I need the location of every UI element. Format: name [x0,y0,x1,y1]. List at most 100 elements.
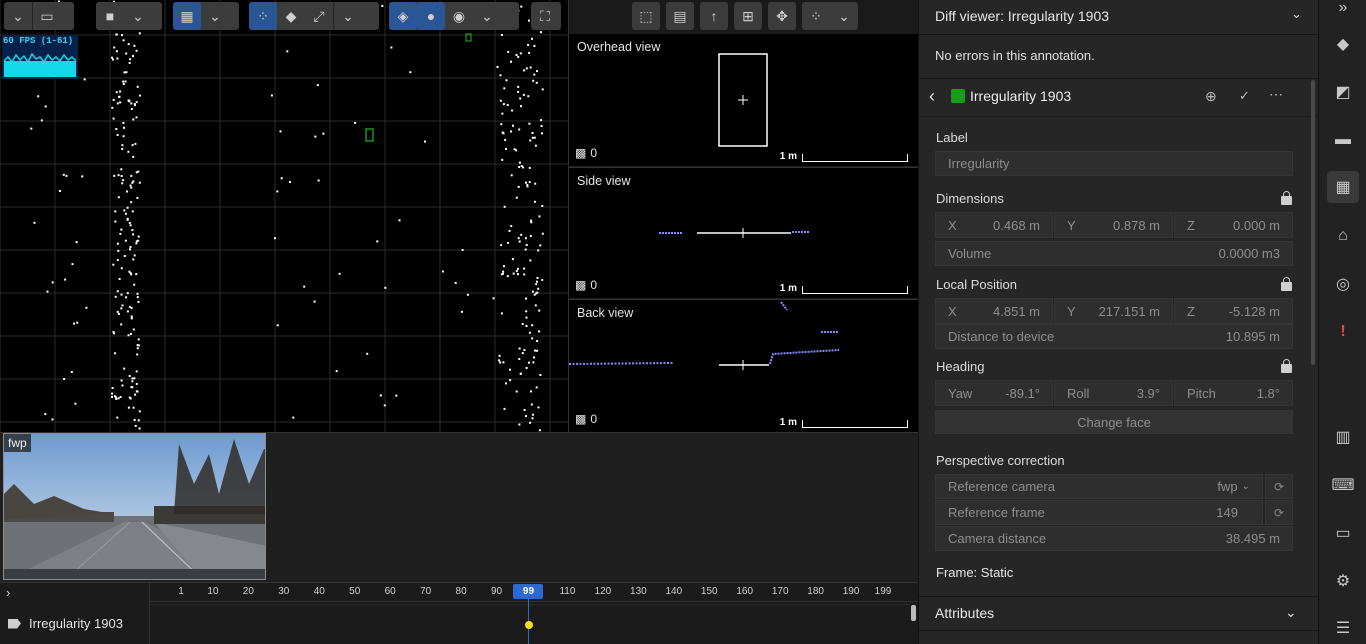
side-view[interactable]: Side view ▩ 0 1 m [568,167,918,298]
chevron-right-icon[interactable]: › [6,585,10,600]
grid-icon[interactable]: ⊞ [734,2,762,30]
timeline-track[interactable]: Irregularity 1903 [8,616,123,631]
camera-image[interactable] [3,433,266,580]
timeline-ruler[interactable]: 1102030405060708090991101201301401501601… [150,582,918,602]
check-icon[interactable]: ✓ [1239,88,1250,104]
target-circle-icon[interactable]: ◉ [445,2,473,30]
tag-icon[interactable]: ◆ [1327,28,1359,60]
arrow-up-icon[interactable]: ↑ [700,2,728,30]
icon-rail: » ◆ ◩ ▬ ▦ ⌂ ◎ ! ▥ ⌨ ▭ ⚙ ☰ [1318,0,1366,644]
reference-camera-select[interactable]: Reference camera fwp ⌄ [935,474,1263,499]
pitch-field[interactable]: Pitch 1.8° [1174,380,1293,406]
move-icon[interactable]: ✥ [768,2,796,30]
side-scale: 1 m [780,283,908,294]
back-scale: 1 m [780,417,908,428]
timeline-tick: 150 [700,586,718,597]
ruler-icon[interactable]: ▭ [33,2,61,30]
frame-static-label: Frame: Static [936,565,1014,580]
timeline-tick: 80 [455,586,467,597]
chevron-down-icon: ⌄ [1241,481,1250,492]
settings-gear-icon[interactable]: ⚙ [1327,565,1359,597]
3d-viewport[interactable] [0,0,568,432]
checker-icon: ▩ [575,412,587,426]
label-input[interactable]: Irregularity [935,151,1293,176]
point-cloud-icon[interactable]: ⁘ [249,2,277,30]
comment-icon[interactable]: ▬ [1327,124,1359,156]
alert-icon[interactable]: ! [1327,316,1359,348]
refresh-camera-icon[interactable]: ⟳ [1265,474,1293,499]
overhead-point-count: ▩ 0 [575,146,598,160]
view-toolbar: ⌄ ▭ [4,2,74,30]
timeline-tick: 110 [559,586,576,597]
attributes-heading[interactable]: Attributes [935,605,994,621]
bank-icon[interactable]: ⌂ [1327,220,1359,252]
position-y-field[interactable]: Y 217.151 m [1054,298,1173,324]
overhead-view[interactable]: Overhead view ▩ 0 1 m [568,34,918,166]
lock-icon[interactable] [1281,277,1292,291]
edit-image-icon[interactable]: ◩ [1327,76,1359,108]
position-z-field[interactable]: Z -5.128 m [1174,298,1293,324]
position-x-field[interactable]: X 4.851 m [935,298,1053,324]
layers-icon[interactable]: ◈ [389,2,417,30]
video-camera-icon[interactable]: ■ [96,2,124,30]
camera-toolbar: ■ ⌄ [96,2,162,30]
lock-icon[interactable] [1281,191,1292,205]
point-cloud-canvas[interactable] [0,0,568,432]
refresh-frame-icon[interactable]: ⟳ [1265,500,1293,525]
layout-grid-icon[interactable]: ▦ [173,2,201,30]
chevron-down-icon[interactable]: ⌄ [4,2,32,30]
heading-heading: Heading [936,359,985,374]
dashboard-icon[interactable]: ▦ [1327,171,1359,203]
divider [919,596,1319,597]
dimension-x-field[interactable]: X 0.468 m [935,212,1053,238]
keyframe-marker[interactable] [525,621,533,629]
locate-icon[interactable]: ⊕ [1205,88,1217,105]
back-chevron-icon[interactable]: ‹ [929,86,935,107]
radar-icon[interactable]: ◎ [1327,268,1359,300]
chevron-down-icon[interactable]: ⌄ [124,2,152,30]
lock-icon[interactable] [1281,359,1292,373]
roll-field[interactable]: Roll 3.9° [1054,380,1173,406]
playhead-line[interactable] [528,584,529,644]
ortho-toolbar: ⬚ ▤ ↑ ⊞ ✥ ⁘ ⌄ [632,2,858,30]
local-position-heading: Local Position [936,277,1017,292]
tag-icon[interactable]: ◆ [277,2,305,30]
chevron-down-icon[interactable]: ⌄ [1285,604,1297,621]
solid-circle-icon[interactable]: ● [417,2,445,30]
timeline-tick: 180 [807,586,824,597]
back-view[interactable]: Back view ▩ 0 1 m [568,299,918,432]
chevron-down-icon[interactable]: ⌄ [201,2,229,30]
reference-frame-field[interactable]: Reference frame 149 [935,500,1263,525]
side-point-count: ▩ 0 [575,278,598,292]
scatter-icon[interactable]: ⁘ [802,2,830,30]
expand-icon[interactable]: ⤢ [305,2,333,30]
dimension-z-field[interactable]: Z 0.000 m [1174,212,1293,238]
checker-icon: ▩ [575,146,587,160]
volume-field: Volume 0.0000 m3 [935,241,1293,266]
chevron-down-icon[interactable]: ⌄ [830,2,858,30]
grid-lines-icon[interactable]: ▤ [666,2,694,30]
annotation-box[interactable] [365,128,374,142]
timeline-tick: 90 [490,586,503,597]
distance-to-device-field: Distance to device 10.895 m [935,324,1293,349]
chat-icon[interactable]: ▭ [1327,517,1359,549]
timeline-tick: 50 [349,586,361,597]
camera-distance-field: Camera distance 38.495 m [935,526,1293,551]
list-icon[interactable]: ☰ [1327,612,1359,644]
chevron-down-icon[interactable]: ⌄ [1291,6,1302,22]
timeline-scrollbar[interactable] [911,605,916,621]
book-icon[interactable]: ▥ [1327,421,1359,453]
chevron-down-icon[interactable]: ⌄ [473,2,501,30]
select-box-icon[interactable]: ⬚ [632,2,660,30]
fullscreen-icon[interactable]: ⛶ [531,2,559,30]
timeline-tick: 70 [420,586,432,597]
chevron-down-icon[interactable]: ⌄ [334,2,362,30]
double-chevron-icon[interactable]: » [1327,0,1359,24]
more-options-icon[interactable]: ⋯ [1269,86,1283,103]
annotation-color-swatch[interactable] [951,89,965,103]
keyboard-icon[interactable]: ⌨ [1327,469,1359,501]
change-face-button[interactable]: Change face [935,410,1293,434]
panel-scrollbar[interactable] [1311,80,1315,365]
yaw-field[interactable]: Yaw -89.1° [935,380,1053,406]
dimension-y-field[interactable]: Y 0.878 m [1054,212,1173,238]
